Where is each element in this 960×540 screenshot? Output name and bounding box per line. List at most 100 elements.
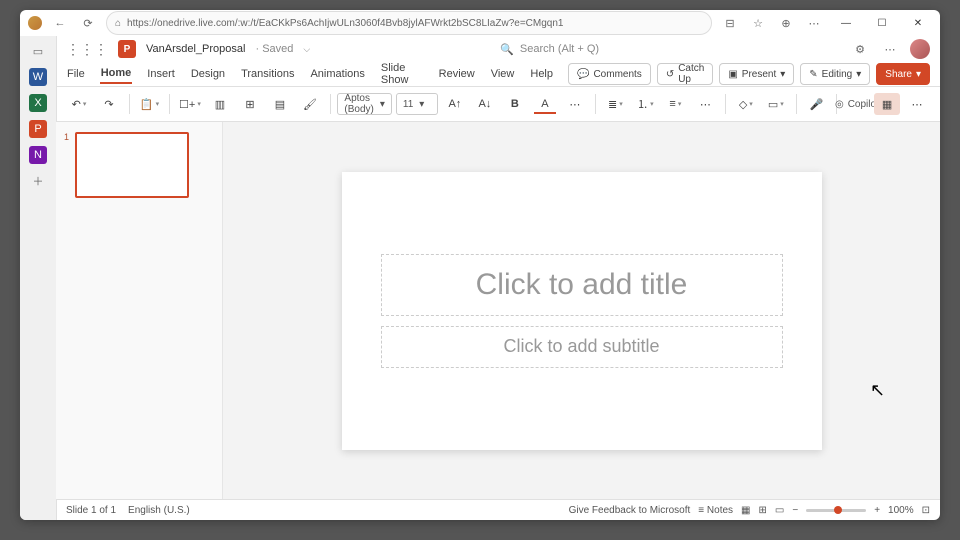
notes-button[interactable]: ≡ Notes: [698, 505, 733, 516]
slide-canvas[interactable]: Click to add title Click to add subtitle: [223, 122, 940, 499]
numbering-button[interactable]: ⒈▾: [632, 93, 658, 115]
align-button[interactable]: ≡▾: [662, 93, 688, 115]
tab-design[interactable]: Design: [190, 65, 226, 83]
font-color-button[interactable]: A: [532, 93, 558, 115]
copilot-button[interactable]: ◎Copilot: [844, 93, 870, 115]
tab-view[interactable]: View: [490, 65, 516, 83]
browser-menu-icon[interactable]: ⋯: [804, 13, 824, 33]
user-avatar[interactable]: [910, 39, 930, 59]
undo-button[interactable]: ↶▾: [66, 93, 92, 115]
tab-favicon: [28, 16, 42, 30]
present-button[interactable]: ▣Present▾: [719, 63, 794, 85]
slide-thumbnail[interactable]: 1: [64, 132, 214, 198]
normal-view-icon[interactable]: ▦: [741, 505, 750, 516]
maximize-button[interactable]: ☐: [868, 12, 896, 34]
slide-count[interactable]: Slide 1 of 1: [66, 505, 116, 516]
onenote-icon[interactable]: N: [29, 146, 47, 164]
zoom-out-button[interactable]: −: [792, 505, 798, 516]
slideshow-view-icon[interactable]: ▭: [775, 505, 784, 516]
tab-slideshow[interactable]: Slide Show: [380, 59, 424, 89]
status-bar: Slide 1 of 1 English (U.S.) Give Feedbac…: [56, 499, 940, 520]
tab-animations[interactable]: Animations: [309, 65, 365, 83]
address-bar[interactable]: ⌂ https://onedrive.live.com/:w:/t/EaCKkP…: [106, 11, 712, 35]
document-name[interactable]: VanArsdel_Proposal: [146, 43, 245, 55]
slide[interactable]: Click to add title Click to add subtitle: [342, 172, 822, 450]
comments-button[interactable]: 💬Comments: [568, 63, 651, 85]
subtitle-placeholder[interactable]: Click to add subtitle: [381, 326, 783, 368]
office-sidebar: ▭ W X P N ＋: [20, 36, 57, 520]
bullets-button[interactable]: ≣▾: [602, 93, 628, 115]
reuse-slides-button[interactable]: ⊞: [237, 93, 263, 115]
section-button[interactable]: ▤: [267, 93, 293, 115]
collections-icon[interactable]: ⊕: [776, 13, 796, 33]
grow-font-button[interactable]: A↑: [442, 93, 468, 115]
title-placeholder[interactable]: Click to add title: [381, 254, 783, 316]
thumb-number: 1: [64, 132, 69, 198]
paste-button[interactable]: 📋▾: [136, 93, 162, 115]
editing-mode-button[interactable]: ✎Editing▾: [800, 63, 870, 85]
shrink-font-button[interactable]: A↓: [472, 93, 498, 115]
search-box[interactable]: 🔍 Search (Alt + Q): [500, 39, 660, 59]
chevron-down-icon[interactable]: ⌵: [303, 44, 310, 55]
pencil-icon: ✎: [809, 69, 817, 80]
designer-button[interactable]: ▦: [874, 93, 900, 115]
ribbon-more-button[interactable]: ⋯: [904, 93, 930, 115]
reader-icon[interactable]: ⊟: [720, 13, 740, 33]
back-button[interactable]: ←: [50, 13, 70, 33]
refresh-button[interactable]: ⟳: [78, 13, 98, 33]
search-placeholder: Search (Alt + Q): [520, 43, 599, 55]
feedback-link[interactable]: Give Feedback to Microsoft: [569, 505, 691, 516]
paragraph-more-button[interactable]: ⋯: [692, 93, 718, 115]
dictate-button[interactable]: 🎤: [803, 93, 829, 115]
sorter-view-icon[interactable]: ⊞: [759, 505, 767, 516]
layout-button[interactable]: ▥: [207, 93, 233, 115]
redo-button[interactable]: ↷: [96, 93, 122, 115]
language-status[interactable]: English (U.S.): [128, 505, 190, 516]
tab-transitions[interactable]: Transitions: [240, 65, 295, 83]
copilot-icon: ◎: [835, 99, 844, 110]
zoom-in-button[interactable]: +: [874, 505, 880, 516]
ribbon-home: ↶▾ ↷ 📋▾ ☐+▾ ▥ ⊞ ▤ 🖌 Aptos (Body)▾ 11▾ A↑…: [56, 87, 940, 122]
settings-gear-icon[interactable]: ⚙: [850, 39, 870, 59]
arrange-button[interactable]: ▭▾: [763, 93, 789, 115]
excel-icon[interactable]: X: [29, 94, 47, 112]
favorite-icon[interactable]: ☆: [748, 13, 768, 33]
minimize-button[interactable]: —: [832, 12, 860, 34]
catchup-button[interactable]: ↺Catch Up: [657, 63, 714, 85]
header-menu-icon[interactable]: ⋯: [880, 39, 900, 59]
workspace: 1 Click to add title Click to add subtit…: [56, 122, 940, 499]
tab-review[interactable]: Review: [438, 65, 476, 83]
comment-icon: 💬: [577, 69, 589, 80]
bold-button[interactable]: B: [502, 93, 528, 115]
format-painter-button[interactable]: 🖌: [297, 93, 323, 115]
save-status: · Saved: [255, 43, 293, 55]
url-text: https://onedrive.live.com/:w:/t/EaCKkPs6…: [127, 18, 563, 29]
app-header: ⋮⋮⋮ P VanArsdel_Proposal · Saved ⌵ 🔍 Sea…: [56, 36, 940, 62]
zoom-slider[interactable]: [806, 509, 866, 512]
share-button[interactable]: Share▾: [876, 63, 930, 85]
zoom-level[interactable]: 100%: [888, 505, 914, 516]
tab-file[interactable]: File: [66, 65, 86, 83]
word-icon[interactable]: W: [29, 68, 47, 86]
tab-home[interactable]: Home: [100, 64, 133, 84]
tab-insert[interactable]: Insert: [146, 65, 176, 83]
powerpoint-app: ⋮⋮⋮ P VanArsdel_Proposal · Saved ⌵ 🔍 Sea…: [56, 36, 940, 520]
font-more-button[interactable]: ⋯: [562, 93, 588, 115]
new-slide-button[interactable]: ☐+▾: [177, 93, 203, 115]
sidebar-tab-icon[interactable]: ▭: [29, 42, 47, 60]
slide-panel[interactable]: 1: [56, 122, 223, 499]
lock-icon: ⌂: [115, 18, 121, 29]
add-app-icon[interactable]: ＋: [29, 172, 47, 190]
powerpoint-icon[interactable]: P: [29, 120, 47, 138]
font-size-select[interactable]: 11▾: [396, 93, 438, 115]
tab-help[interactable]: Help: [529, 65, 554, 83]
app-launcher-icon[interactable]: ⋮⋮⋮: [66, 41, 108, 58]
thumb-preview[interactable]: [75, 132, 189, 198]
font-select[interactable]: Aptos (Body)▾: [337, 93, 391, 115]
close-button[interactable]: ✕: [904, 12, 932, 34]
fit-to-window-icon[interactable]: ⊡: [922, 505, 930, 516]
present-icon: ▣: [728, 69, 737, 80]
powerpoint-logo-icon: P: [118, 40, 136, 58]
shapes-button[interactable]: ◇▾: [733, 93, 759, 115]
browser-window: ← ⟳ ⌂ https://onedrive.live.com/:w:/t/Ea…: [20, 10, 940, 520]
